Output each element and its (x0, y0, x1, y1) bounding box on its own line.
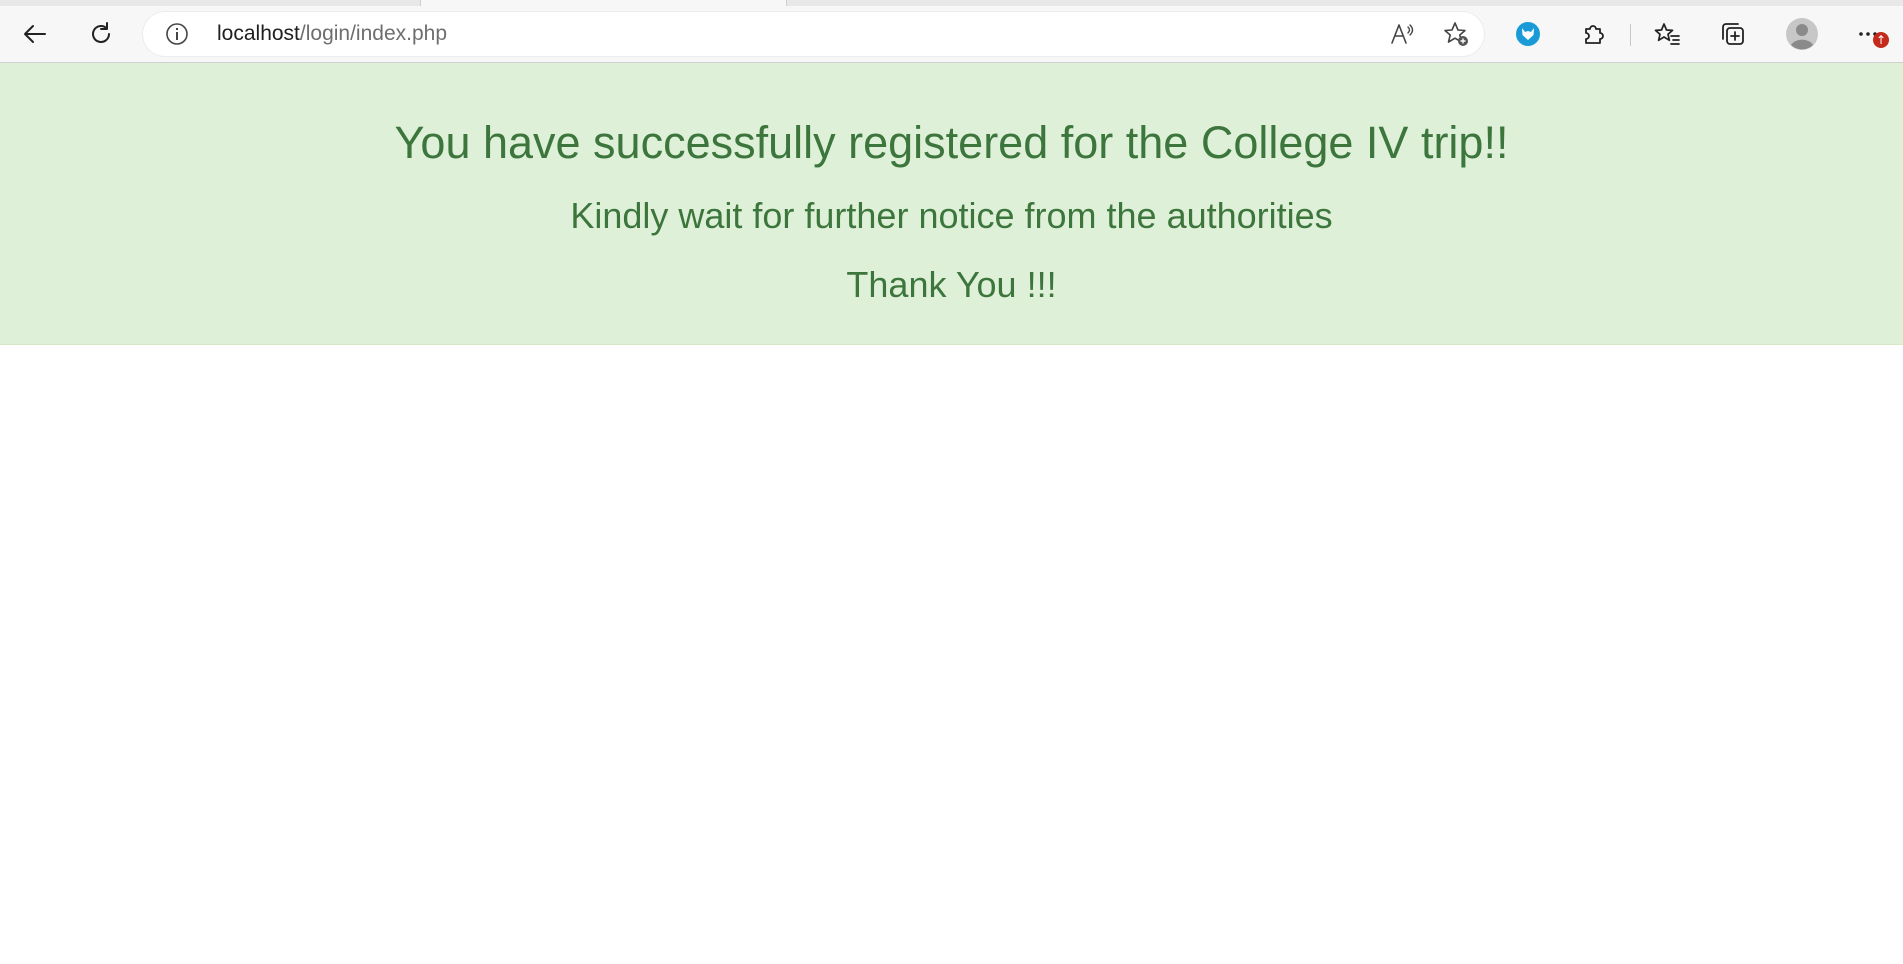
notice-message: Kindly wait for further notice from the … (570, 195, 1333, 236)
add-favorite-icon (1444, 22, 1468, 46)
favorites-button[interactable] (1649, 16, 1685, 52)
favorites-icon (1654, 23, 1680, 45)
puzzle-icon (1585, 25, 1604, 44)
read-aloud-button[interactable] (1388, 20, 1416, 48)
refresh-icon (92, 22, 110, 43)
add-favorite-button[interactable] (1442, 20, 1470, 48)
url-text[interactable]: localhost/login/index.php (217, 12, 447, 56)
collections-icon (1722, 23, 1744, 45)
address-bar[interactable]: localhost/login/index.php (143, 12, 1484, 56)
read-aloud-icon (1391, 24, 1414, 44)
refresh-button[interactable] (83, 16, 119, 52)
url-host: localhost (217, 22, 300, 45)
extensions-button[interactable] (1576, 16, 1612, 52)
profile-button[interactable] (1784, 16, 1820, 52)
back-button[interactable] (17, 16, 53, 52)
info-icon (166, 23, 188, 45)
update-badge: ↑ (1873, 32, 1889, 48)
success-alert: You have successfully registered for the… (0, 63, 1903, 345)
collections-button[interactable] (1715, 16, 1751, 52)
url-path: /login/index.php (299, 22, 448, 45)
fox-extension-icon (1516, 22, 1540, 46)
thank-you-message: Thank You !!! (846, 264, 1057, 305)
site-info-button[interactable] (165, 22, 189, 46)
success-headline: You have successfully registered for the… (394, 117, 1509, 168)
browser-toolbar: localhost/login/index.php ↑ (0, 6, 1903, 63)
fox-extension-button[interactable] (1510, 16, 1546, 52)
toolbar-separator (1630, 24, 1631, 46)
profile-avatar-icon (1786, 18, 1818, 50)
back-arrow-icon (24, 25, 46, 43)
